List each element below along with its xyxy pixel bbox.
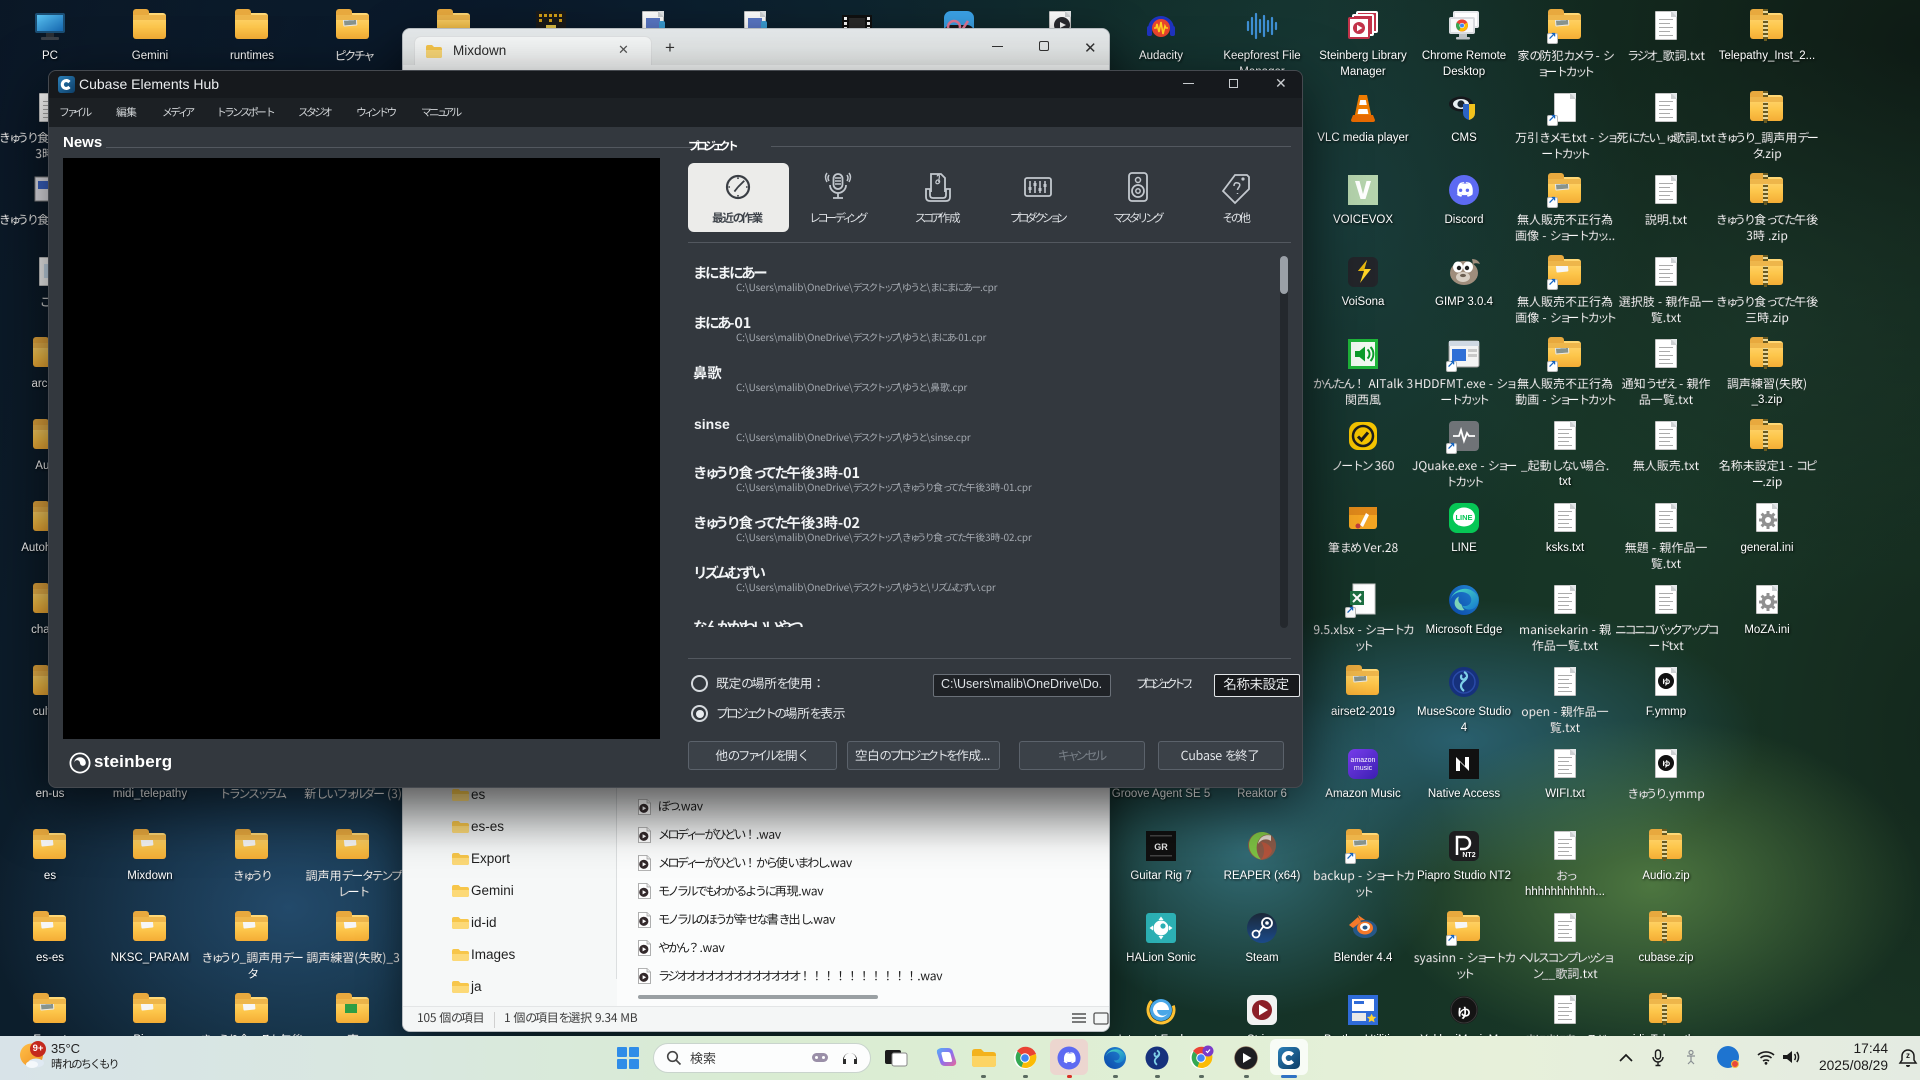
svg-text:LINE: LINE xyxy=(1455,513,1472,522)
svg-text:GR: GR xyxy=(1154,842,1168,852)
svg-text:NT2: NT2 xyxy=(1462,852,1475,859)
svg-text:music: music xyxy=(1354,765,1373,772)
svg-text:z: z xyxy=(1906,1051,1910,1060)
svg-text:amazon: amazon xyxy=(1351,757,1376,764)
